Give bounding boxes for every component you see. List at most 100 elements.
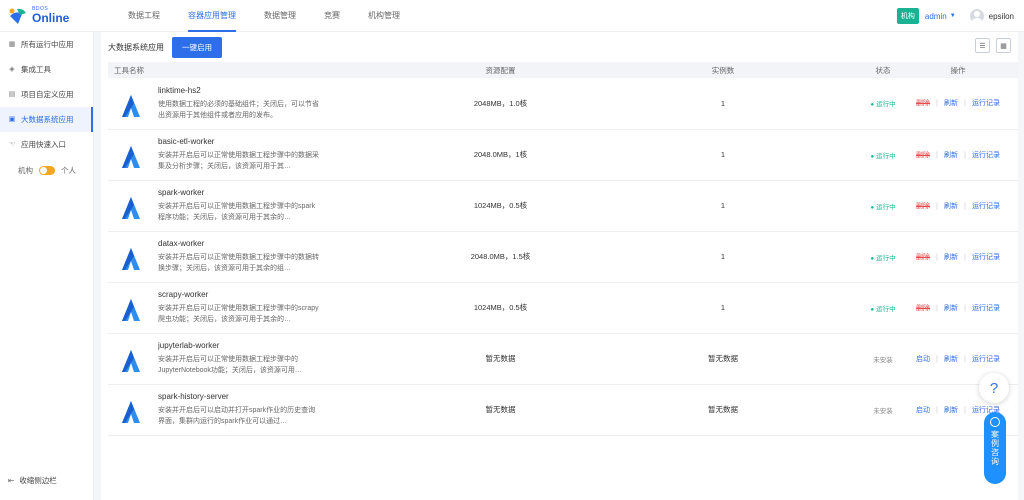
refresh-button[interactable]: 刷新 <box>944 203 958 210</box>
cell-status: 运行中 <box>868 282 898 334</box>
divider: | <box>964 200 966 210</box>
refresh-button[interactable]: 刷新 <box>944 100 958 107</box>
toolbar: 大数据系统应用 一键启用 ☰ ▦ <box>101 32 1018 62</box>
org-badge: 机构 <box>896 8 919 24</box>
status-badge: 运行中 <box>870 101 895 108</box>
divider: | <box>936 149 938 159</box>
cell-status: 运行中 <box>868 231 898 283</box>
refresh-button[interactable]: 刷新 <box>944 152 958 159</box>
status-badge: 未安装 <box>873 356 893 364</box>
start-button[interactable]: 启动 <box>916 356 930 363</box>
run-log-button[interactable]: 运行记录 <box>972 100 1000 107</box>
cell-tool: scrapy-worker 安装并开启后可以正常使用数据工程步骤中的scrapy爬… <box>108 282 423 334</box>
tool-name: datax-worker <box>158 239 205 248</box>
cell-resource: 暂无数据 <box>423 333 578 385</box>
app-logo-icon <box>122 94 140 117</box>
cell-tool: jupyterlab-worker 安装并开启后可以正常使用数据工程步骤中的Jup… <box>108 333 423 385</box>
sidebar: ▦ 所有运行中应用 ◈ 集成工具 ▤ 项目自定义应用 ▣ 大数据系统应用 ☜ 应… <box>0 32 94 500</box>
top-bar: BDOS Online 数据工程 容器应用管理 数据管理 竞赛 机构管理 机构 … <box>0 0 1024 32</box>
cell-resource: 2048MB，1.0核 <box>423 78 578 130</box>
run-log-button[interactable]: 运行记录 <box>972 356 1000 363</box>
table-row: spark-history-server 安装并开启后可以启动并打开spark作业… <box>108 384 1018 436</box>
cell-instances: 1 <box>578 180 868 232</box>
cell-instances: 1 <box>578 129 868 181</box>
cell-tool: spark-worker 安装并开启后可以正常使用数据工程步骤中的spark程序功… <box>108 180 423 232</box>
sidebar-item-bigdata-apps[interactable]: ▣ 大数据系统应用 <box>0 107 93 132</box>
delete-button[interactable]: 删除 <box>916 203 930 210</box>
sidebar-item-label: 大数据系统应用 <box>21 115 74 124</box>
collapse-icon: ⇤ <box>8 476 15 485</box>
delete-button[interactable]: 删除 <box>916 100 930 107</box>
case-consult-button[interactable]: 案例咨询 <box>984 412 1006 484</box>
divider: | <box>936 302 938 312</box>
main-content: 大数据系统应用 一键启用 ☰ ▦ 工具名称 资源配置 实例数 状态 操作 lin… <box>101 32 1018 500</box>
divider: | <box>936 200 938 210</box>
user-select[interactable]: admin ▼ <box>925 12 956 21</box>
start-button[interactable]: 启动 <box>916 407 930 414</box>
nav-item-competition[interactable]: 竞赛 <box>310 0 354 32</box>
cell-instances: 1 <box>578 282 868 334</box>
nav-item-container-apps[interactable]: 容器应用管理 <box>174 0 250 32</box>
nav-item-data-management[interactable]: 数据管理 <box>250 0 310 32</box>
tool-name: linktime-hs2 <box>158 85 201 95</box>
avatar[interactable] <box>969 9 984 23</box>
nav-item-data-engineering[interactable]: 数据工程 <box>114 0 174 32</box>
cell-resource: 1024MB，0.5核 <box>423 180 578 232</box>
grid-icon: ▦ <box>1000 42 1007 50</box>
cell-resource: 2048.0MB，1.5核 <box>423 231 578 283</box>
refresh-button[interactable]: 刷新 <box>944 305 958 312</box>
main-nav: 数据工程 容器应用管理 数据管理 竞赛 机构管理 <box>114 0 414 32</box>
run-log-button[interactable]: 运行记录 <box>972 203 1000 210</box>
sidebar-item-label: 应用快速入口 <box>21 140 66 149</box>
cell-operations: 删除 | 刷新 | 运行记录 <box>898 231 1018 283</box>
tool-name: jupyterlab-worker <box>158 341 220 350</box>
refresh-button[interactable]: 刷新 <box>944 254 958 261</box>
sidebar-item-quick-entry[interactable]: ☜ 应用快速入口 <box>0 132 93 157</box>
hand-icon: ☜ <box>8 140 16 148</box>
divider: | <box>964 353 966 363</box>
cell-tool: linktime-hs2 使用数据工程的必须的基础组件；关闭后，可以节省出资源用于… <box>108 78 423 130</box>
sidebar-item-label: 项目自定义应用 <box>21 90 74 99</box>
collapse-sidebar-button[interactable]: ⇤ 收缩侧边栏 <box>8 475 57 486</box>
org-personal-switch-row: 机构 个人 <box>0 165 93 176</box>
username[interactable]: epsilon <box>989 12 1014 21</box>
delete-button[interactable]: 删除 <box>916 305 930 312</box>
run-log-button[interactable]: 运行记录 <box>972 152 1000 159</box>
sidebar-item-running-apps[interactable]: ▦ 所有运行中应用 <box>0 32 93 57</box>
delete-button[interactable]: 删除 <box>916 254 930 261</box>
refresh-button[interactable]: 刷新 <box>944 407 958 414</box>
sidebar-item-label: 集成工具 <box>21 65 51 74</box>
switch-left-label: 机构 <box>18 166 33 175</box>
list-view-button[interactable]: ☰ <box>975 38 990 53</box>
delete-button[interactable]: 删除 <box>916 152 930 159</box>
tool-name: spark-worker <box>158 188 205 197</box>
help-button[interactable]: ? <box>979 373 1009 403</box>
refresh-button[interactable]: 刷新 <box>944 356 958 363</box>
enable-all-button[interactable]: 一键启用 <box>172 36 222 58</box>
cell-tool: spark-history-server 安装并开启后可以启动并打开spark作业… <box>108 384 423 436</box>
table-row: scrapy-worker 安装并开启后可以正常使用数据工程步骤中的scrapy爬… <box>108 282 1018 334</box>
sidebar-item-project-apps[interactable]: ▤ 项目自定义应用 <box>0 82 93 107</box>
cell-operations: 删除 | 刷新 | 运行记录 <box>898 78 1018 130</box>
grid-view-button[interactable]: ▦ <box>996 38 1011 53</box>
header-operations: 操作 <box>898 62 1018 78</box>
cell-status: 未安装 <box>868 384 898 436</box>
divider: | <box>964 98 966 108</box>
cell-operations: 删除 | 刷新 | 运行记录 <box>898 282 1018 334</box>
run-log-button[interactable]: 运行记录 <box>972 305 1000 312</box>
cell-status: 运行中 <box>868 129 898 181</box>
consult-label: 案例咨询 <box>990 430 1000 466</box>
app-logo-icon <box>122 197 140 219</box>
tool-description: 安装并开启后可以正常使用数据工程步骤中的数据采集及分析步骤；关闭后，该资源可用于… <box>158 152 319 170</box>
logo[interactable]: BDOS Online <box>0 0 96 32</box>
grid-icon: ▦ <box>8 40 16 48</box>
nav-item-org-management[interactable]: 机构管理 <box>354 0 414 32</box>
divider: | <box>964 149 966 159</box>
layers-icon: ◈ <box>9 65 15 73</box>
app-logo-icon <box>122 401 140 423</box>
run-log-button[interactable]: 运行记录 <box>972 254 1000 261</box>
sidebar-item-integration-tools[interactable]: ◈ 集成工具 <box>0 57 93 82</box>
org-personal-toggle[interactable] <box>39 166 55 175</box>
apps-table: 工具名称 资源配置 实例数 状态 操作 linktime-hs2 使用数据工程的必… <box>108 62 1018 436</box>
tool-description: 安装并开启后可以正常使用数据工程步骤中的scrapy爬虫功能；关闭后，该资源可用… <box>158 305 319 323</box>
